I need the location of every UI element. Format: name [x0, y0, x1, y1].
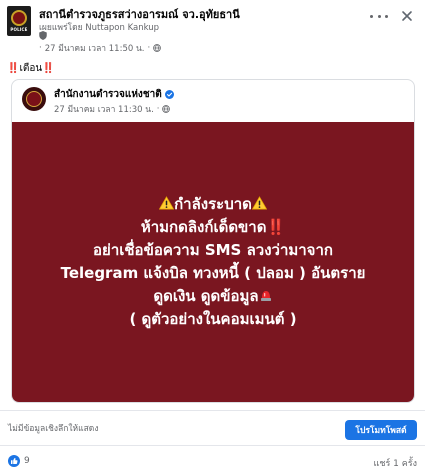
- warning-banner[interactable]: กำลังระบาด ห้ามกดลิงก์เด็ดขาด‼️ อย่าเชื่…: [12, 122, 414, 402]
- police-logo-icon: [11, 10, 27, 26]
- time-separator-2: ·: [147, 43, 151, 53]
- posted-by[interactable]: เผยแพร่โดย Nuttapon Kankup: [39, 20, 159, 34]
- close-icon[interactable]: [400, 9, 414, 23]
- shared-page-name-row: สำนักงานตำรวจแห่งชาติ: [54, 87, 174, 102]
- shared-timestamp[interactable]: 27 มีนาคม เวลา 11:30 น.: [54, 102, 154, 116]
- timestamp[interactable]: 27 มีนาคม เวลา 11:50 น.: [45, 41, 145, 55]
- shared-post-card[interactable]: สำนักงานตำรวจแห่งชาติ 27 มีนาคม เวลา 11:…: [11, 79, 415, 403]
- caption-text: เตือน: [19, 63, 43, 74]
- banner-text-1: กำลังระบาด: [174, 195, 252, 213]
- banner-line-6: ( ดูตัวอย่างในคอมเมนต์ ): [129, 310, 297, 328]
- post-caption: ‼️เตือน‼️: [7, 61, 55, 76]
- reaction-count[interactable]: 9: [24, 456, 30, 466]
- verified-icon: [164, 90, 174, 99]
- post-time: · 27 มีนาคม เวลา 11:50 น. ·: [39, 41, 162, 55]
- time-separator: ·: [39, 43, 42, 53]
- siren-icon: [260, 291, 271, 301]
- insights-note: ไม่มีข้อมูลเชิงลึกให้แสดง: [8, 424, 99, 434]
- shared-post-time: 27 มีนาคม เวลา 11:30 น. ·: [54, 102, 171, 116]
- banner-text-5: ดูดเงิน ดูดข้อมูล: [153, 287, 259, 305]
- boost-post-button[interactable]: โปรโมทโพสต์: [345, 420, 417, 440]
- globe-icon: [162, 105, 171, 113]
- share-count[interactable]: แชร์ 1 ครั้ง: [374, 456, 417, 470]
- more-icon[interactable]: [370, 11, 388, 21]
- double-exclamation-icon-3: ‼️: [266, 218, 286, 236]
- shield-icon: [39, 31, 47, 40]
- promo-bar: ไม่มีข้อมูลเชิงลึกให้แสดง โปรโมทโพสต์: [0, 410, 425, 446]
- post-footer: 9 แชร์ 1 ครั้ง: [0, 450, 425, 474]
- banner-line-1: กำลังระบาด: [159, 193, 267, 216]
- double-exclamation-icon: ‼️: [7, 63, 20, 74]
- warning-icon-2: [251, 196, 267, 210]
- banner-line-5: ดูดเงิน ดูดข้อมูล: [153, 285, 272, 308]
- police-emblem-icon: [26, 91, 42, 107]
- banner-line-2: ห้ามกดลิงก์เด็ดขาด‼️: [141, 216, 285, 239]
- shared-page-avatar[interactable]: [22, 87, 46, 111]
- globe-icon: [153, 44, 162, 52]
- shared-page-name[interactable]: สำนักงานตำรวจแห่งชาติ: [54, 87, 162, 102]
- page-avatar[interactable]: POLICE: [7, 6, 31, 36]
- warning-icon: [159, 196, 175, 210]
- double-exclamation-icon-2: ‼️: [42, 63, 55, 74]
- shared-time-separator: ·: [156, 104, 160, 114]
- banner-line-3: อย่าเชื่อข้อความ SMS ลวงว่ามาจาก: [93, 241, 333, 259]
- banner-line-4: Telegram แจ้งบิล ทวงหนี้ ( ปลอม ) อันตรา…: [60, 264, 366, 282]
- shared-post-header: สำนักงานตำรวจแห่งชาติ 27 มีนาคม เวลา 11:…: [12, 80, 414, 122]
- like-icon[interactable]: [8, 455, 20, 467]
- banner-text-2: ห้ามกดลิงก์เด็ดขาด: [140, 218, 267, 236]
- post-header: POLICE สถานีตำรวจภูธรสว่างอารมณ์ จว.อุทั…: [0, 0, 425, 58]
